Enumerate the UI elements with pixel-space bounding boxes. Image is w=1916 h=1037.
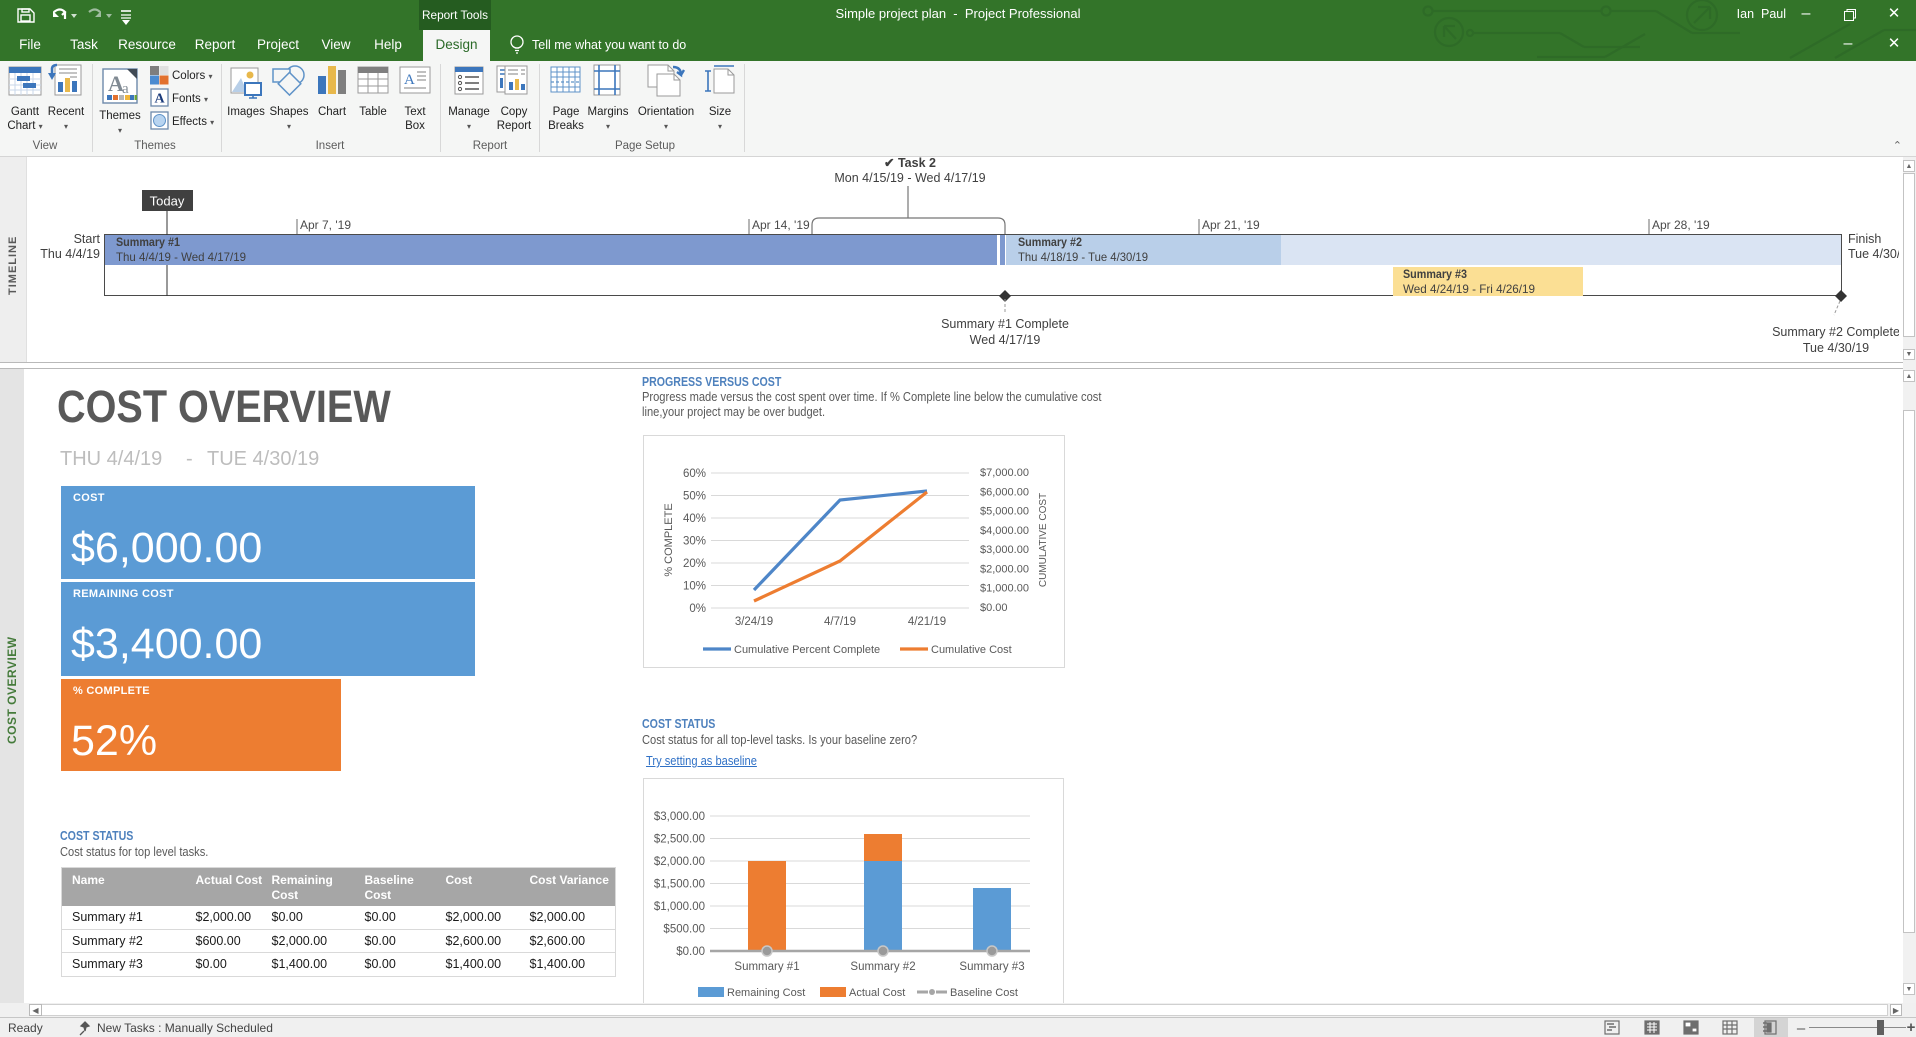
svg-text:Summary #2: Summary #2 <box>1018 235 1082 249</box>
svg-text:$3,000.00: $3,000.00 <box>654 811 705 823</box>
svg-text:$1,000.00: $1,000.00 <box>654 901 705 913</box>
svg-text:$2,500.00: $2,500.00 <box>654 834 705 846</box>
svg-text:✔ Task 2: ✔ Task 2 <box>884 157 936 170</box>
svg-text:$4,000.00: $4,000.00 <box>980 525 1029 537</box>
svg-text:Summary #3: Summary #3 <box>1403 267 1467 281</box>
svg-text:$3,000.00: $3,000.00 <box>980 544 1029 556</box>
svg-text:$0.00: $0.00 <box>676 946 705 958</box>
svg-text:Cumulative Percent Complete: Cumulative Percent Complete <box>734 644 880 656</box>
svg-text:Thu 4/18/19 - Tue 4/30/19: Thu 4/18/19 - Tue 4/30/19 <box>1018 250 1148 264</box>
svg-text:Baseline Cost: Baseline Cost <box>950 987 1018 999</box>
svg-text:Apr 14, '19: Apr 14, '19 <box>752 218 810 232</box>
svg-text:Actual Cost: Actual Cost <box>849 987 905 999</box>
svg-text:$1,500.00: $1,500.00 <box>654 879 705 891</box>
svg-text:CUMULATIVE COST: CUMULATIVE COST <box>1038 493 1049 587</box>
svg-text:Finish: Finish <box>1848 232 1881 246</box>
svg-text:4/21/19: 4/21/19 <box>908 616 946 628</box>
svg-text:60%: 60% <box>683 468 706 480</box>
svg-text:Apr 7, '19: Apr 7, '19 <box>300 218 351 232</box>
svg-text:$500.00: $500.00 <box>663 924 705 936</box>
svg-text:Mon 4/15/19 - Wed 4/17/19: Mon 4/15/19 - Wed 4/17/19 <box>834 171 985 185</box>
svg-text:Apr 28, '19: Apr 28, '19 <box>1652 218 1710 232</box>
svg-text:A: A <box>404 72 415 88</box>
svg-text:$1,000.00: $1,000.00 <box>980 583 1029 595</box>
svg-text:a: a <box>122 81 129 97</box>
svg-text:Wed 4/24/19 - Fri 4/26/19: Wed 4/24/19 - Fri 4/26/19 <box>1403 282 1535 296</box>
svg-text:$6,000.00: $6,000.00 <box>980 486 1029 498</box>
svg-text:Summary #1: Summary #1 <box>734 961 799 973</box>
svg-text:Summary #1 Complete: Summary #1 Complete <box>941 317 1069 331</box>
svg-text:Thu 4/4/19: Thu 4/4/19 <box>40 247 100 261</box>
svg-text:% COMPLETE: % COMPLETE <box>663 503 675 576</box>
svg-text:$5,000.00: $5,000.00 <box>980 506 1029 518</box>
svg-text:Wed 4/17/19: Wed 4/17/19 <box>970 333 1041 347</box>
svg-text:Tue 4/30/19: Tue 4/30/19 <box>1848 247 1899 261</box>
svg-text:Remaining Cost: Remaining Cost <box>727 987 805 999</box>
svg-text:Summary #1: Summary #1 <box>116 235 180 249</box>
svg-text:$0.00: $0.00 <box>980 602 1008 614</box>
svg-text:Start: Start <box>74 232 101 246</box>
svg-text:Cumulative Cost: Cumulative Cost <box>931 644 1012 656</box>
svg-text:Thu 4/4/19 - Wed 4/17/19: Thu 4/4/19 - Wed 4/17/19 <box>116 250 246 264</box>
svg-text:20%: 20% <box>683 558 706 570</box>
svg-text:0%: 0% <box>689 603 706 615</box>
svg-text:$7,000.00: $7,000.00 <box>980 467 1029 479</box>
svg-text:$2,000.00: $2,000.00 <box>654 856 705 868</box>
svg-text:A: A <box>155 92 166 107</box>
svg-text:Apr 21, '19: Apr 21, '19 <box>1202 218 1260 232</box>
svg-text:4/7/19: 4/7/19 <box>824 616 856 628</box>
svg-text:Summary #2: Summary #2 <box>850 961 915 973</box>
svg-text:Today: Today <box>150 194 185 209</box>
svg-text:$2,000.00: $2,000.00 <box>980 563 1029 575</box>
svg-text:50%: 50% <box>683 491 706 503</box>
svg-text:40%: 40% <box>683 513 706 525</box>
svg-text:Summary #3: Summary #3 <box>959 961 1024 973</box>
svg-text:Tue 4/30/19: Tue 4/30/19 <box>1803 341 1869 355</box>
svg-text:3/24/19: 3/24/19 <box>735 616 773 628</box>
svg-text:Summary #2 Complete: Summary #2 Complete <box>1772 325 1899 339</box>
svg-text:10%: 10% <box>683 581 706 593</box>
svg-text:30%: 30% <box>683 536 706 548</box>
